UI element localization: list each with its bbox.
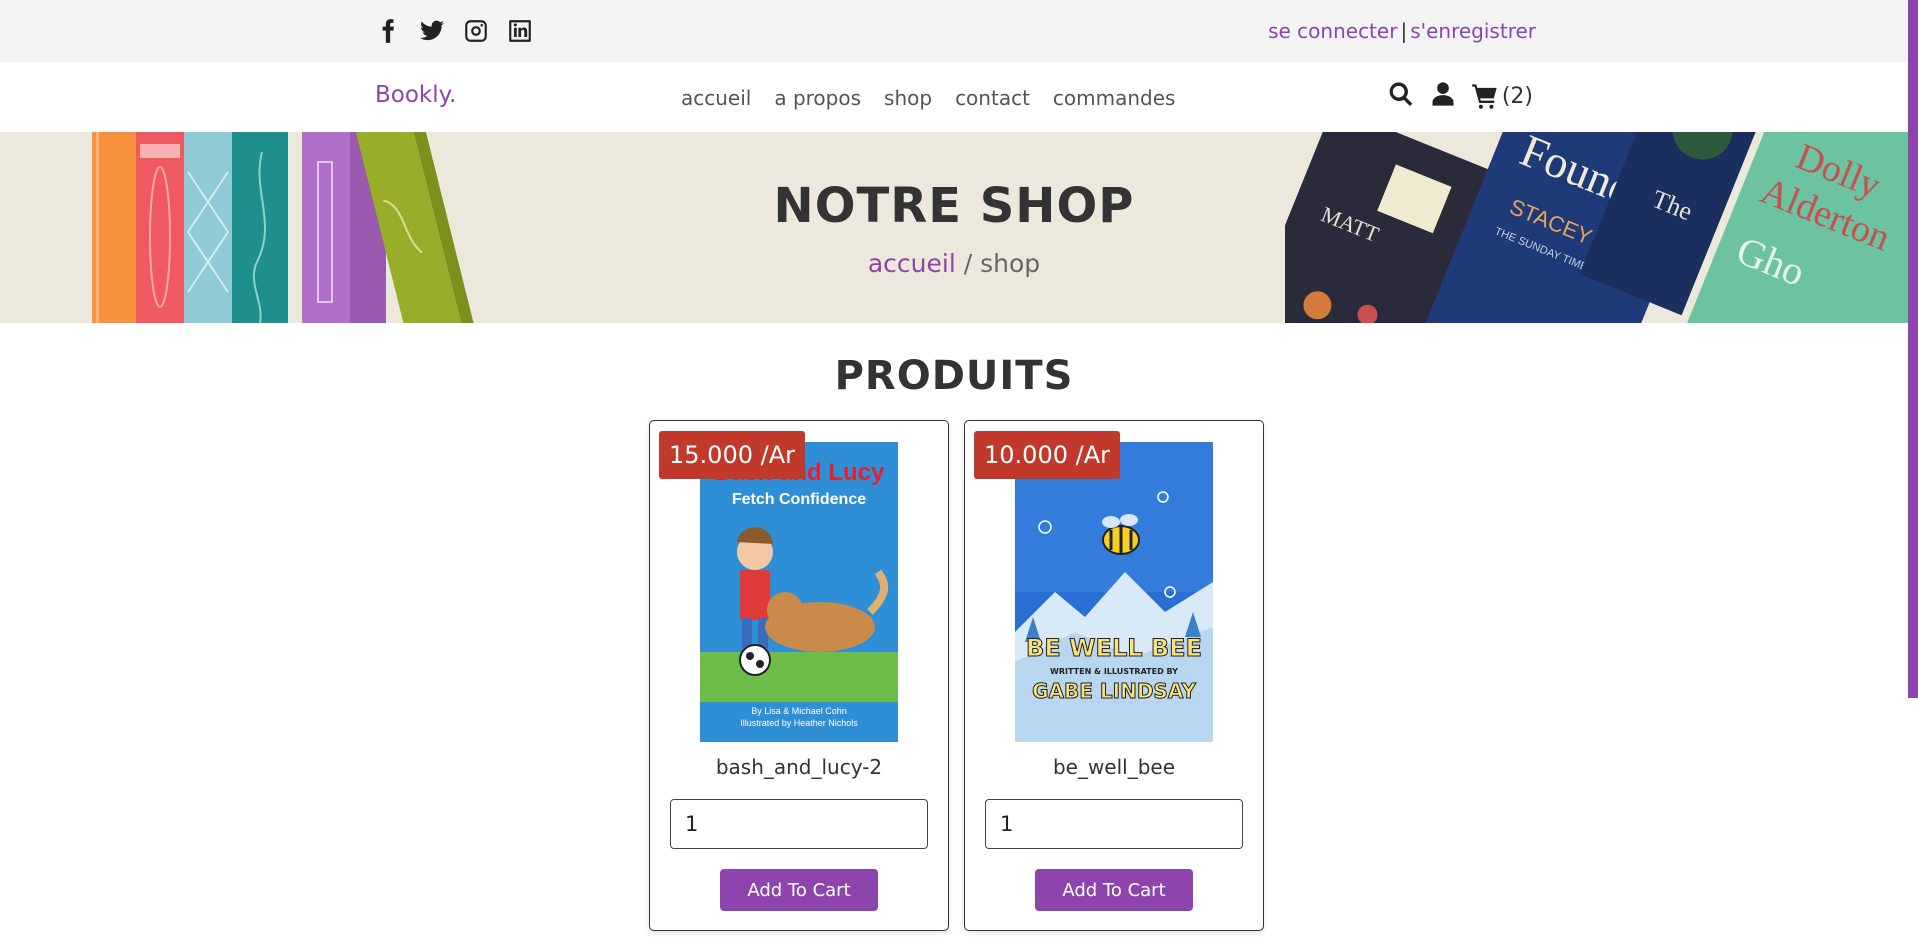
- nav-shop[interactable]: shop: [884, 86, 932, 110]
- twitter-icon[interactable]: [418, 17, 446, 45]
- cover-title: BE WELL BEE: [1026, 634, 1202, 662]
- cart-icon: [1471, 84, 1497, 109]
- header-icons: (2): [1387, 80, 1533, 112]
- product-cover-image[interactable]: BE WELL BEE WRITTEN & ILLUSTRATED BY GAB…: [1015, 442, 1213, 742]
- main-header: Bookly. accueil a propos shop contact co…: [0, 62, 1908, 132]
- instagram-icon[interactable]: [462, 17, 490, 45]
- scrollbar-thumb[interactable]: [1908, 0, 1918, 698]
- books-illustration-right: MATT Found STACEY THE SUNDAY TIMES The D…: [1285, 132, 1908, 323]
- logo[interactable]: Bookly.: [375, 82, 456, 108]
- nav-contact[interactable]: contact: [955, 86, 1030, 110]
- nav-commandes[interactable]: commandes: [1053, 86, 1176, 110]
- auth-links: se connecter | s'enregistrer: [1268, 19, 1536, 43]
- breadcrumb-current: / shop: [955, 249, 1041, 278]
- product-name: be_well_bee: [1052, 755, 1176, 779]
- product-cover-image[interactable]: Bash and Lucy Fetch Confidence By Lisa &…: [700, 442, 898, 742]
- login-link[interactable]: se connecter: [1268, 19, 1397, 43]
- quantity-input[interactable]: 1: [670, 799, 928, 849]
- cover-subtitle: Fetch Confidence: [732, 491, 866, 508]
- add-to-cart-button[interactable]: Add To Cart: [1035, 869, 1193, 911]
- cart-button[interactable]: (2): [1471, 82, 1533, 110]
- search-icon[interactable]: [1387, 80, 1415, 112]
- page-banner: NOTRE SHOP accueil / shop MATT Found STA…: [0, 132, 1908, 323]
- cover-subtitle: WRITTEN & ILLUSTRATED BY: [1050, 667, 1178, 676]
- product-card: 15.000 /Ar Bash and Lucy Fetch Confidenc…: [649, 420, 949, 931]
- social-links: [374, 17, 534, 45]
- register-link[interactable]: s'enregistrer: [1410, 19, 1536, 43]
- add-to-cart-button[interactable]: Add To Cart: [720, 869, 878, 911]
- facebook-icon[interactable]: [374, 17, 402, 45]
- main-nav: accueil a propos shop contact commandes: [681, 86, 1175, 110]
- linkedin-icon[interactable]: [506, 17, 534, 45]
- cover-author: GABE LINDSAY: [1032, 679, 1196, 703]
- products-heading: PRODUITS: [834, 353, 1074, 399]
- user-icon[interactable]: [1429, 80, 1457, 112]
- product-card: 10.000 /Ar BE WELL BEE WRITTEN & ILLUSTR…: [964, 420, 1264, 931]
- nav-accueil[interactable]: accueil: [681, 86, 751, 110]
- product-name: bash_and_lucy-2: [715, 755, 883, 779]
- nav-a-propos[interactable]: a propos: [774, 86, 861, 110]
- breadcrumb-home-link[interactable]: accueil: [868, 249, 956, 278]
- auth-separator: |: [1400, 19, 1408, 43]
- top-bar: se connecter | s'enregistrer: [0, 0, 1908, 62]
- quantity-input[interactable]: 1: [985, 799, 1243, 849]
- cart-count: (2): [1501, 83, 1533, 109]
- cover-credit-illustrator: Illustrated by Heather Nichols: [740, 718, 858, 728]
- cover-credit-authors: By Lisa & Michael Cohn: [751, 706, 847, 716]
- price-badge: 10.000 /Ar: [974, 431, 1120, 479]
- price-badge: 15.000 /Ar: [659, 431, 805, 479]
